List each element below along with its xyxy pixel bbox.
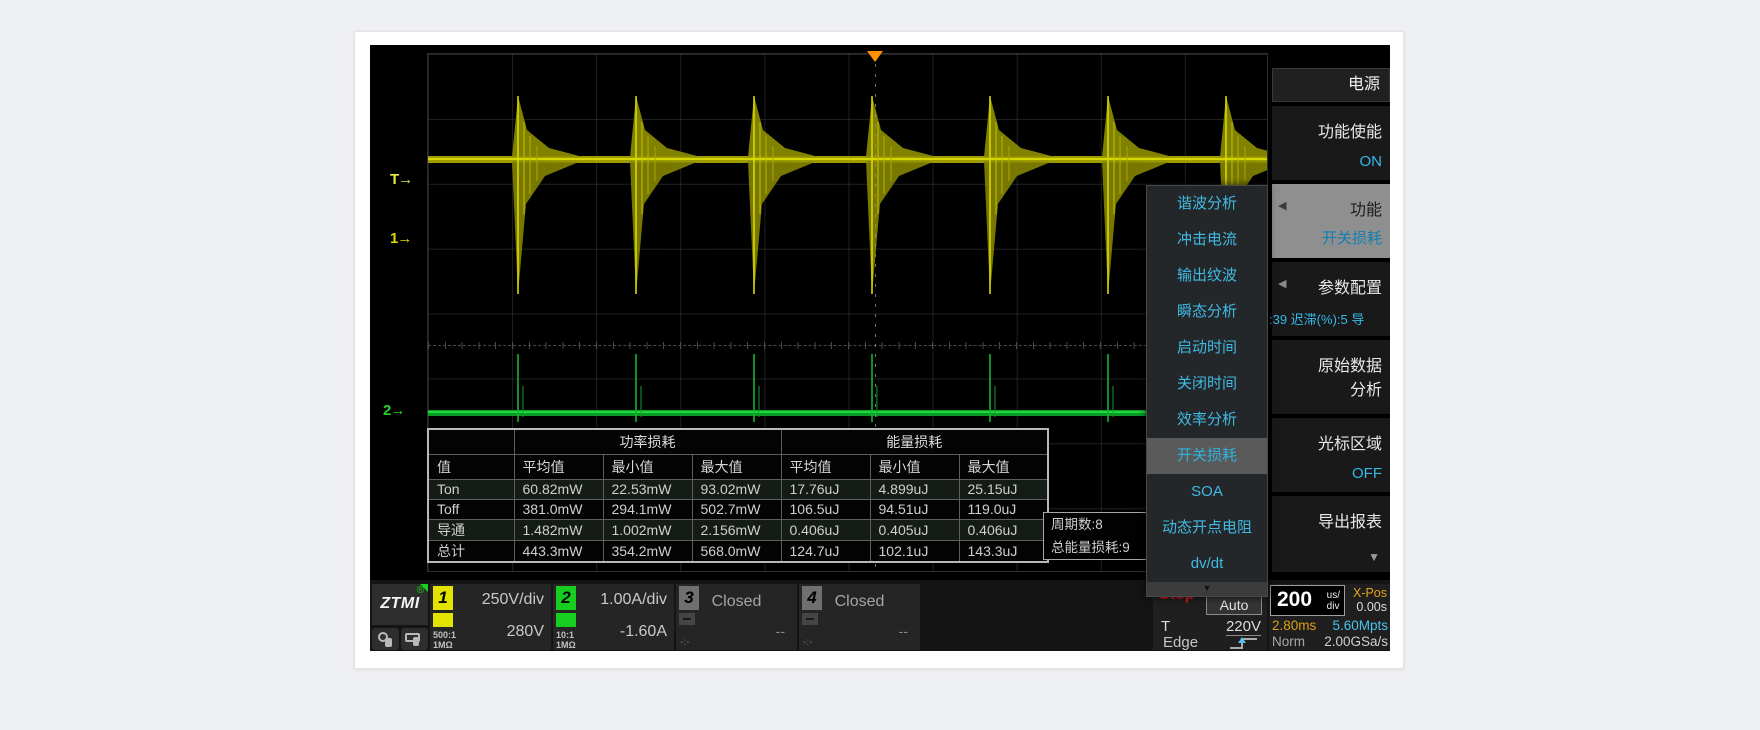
trigger-mode-button[interactable]: Auto	[1206, 595, 1262, 615]
trigger-level-marker[interactable]: T→	[390, 171, 412, 188]
cursor-zone-state: OFF	[1352, 465, 1382, 482]
channel2-block[interactable]: 2 10:11MΩ 1.00A/div -1.60A	[553, 584, 674, 650]
menu-item-dvdt[interactable]: dv/dt	[1147, 546, 1267, 582]
menu-item-turnon-time[interactable]: 启动时间	[1147, 330, 1267, 366]
channel3-block[interactable]: 3 Closed -- -:-	[676, 584, 797, 650]
menu-item-inrush[interactable]: 冲击电流	[1147, 222, 1267, 258]
sidebar-title-power: 电源	[1272, 68, 1390, 102]
ch4-coupling-icon	[802, 613, 818, 625]
table-row: Toff381.0mW294.1mW502.7mW106.5uJ94.51uJ1…	[428, 499, 1048, 519]
sidebar-item-export-report[interactable]: 导出报表 ▼	[1272, 496, 1390, 572]
chevron-left-icon: ◀	[1278, 199, 1286, 212]
channel1-block[interactable]: 1 500:11MΩ 250V/div 280V	[430, 584, 551, 650]
menu-item-turnoff-time[interactable]: 关闭时间	[1147, 366, 1267, 402]
sidebar-item-param-config[interactable]: ◀ 参数配置 :39 迟滞(%):5 导	[1272, 262, 1390, 336]
sidebar-menu: 电源 功能使能 ON ◀ 功能 开关损耗 ◀ 参数配置 :39 迟滞(%):5 …	[1270, 45, 1390, 578]
ch1-ground-marker[interactable]: 1→	[390, 230, 411, 247]
menu-item-ripple[interactable]: 输出纹波	[1147, 258, 1267, 294]
timebase-scale: 200	[1277, 588, 1312, 612]
table-header-row: 值 平均值 最小值 最大值 平均值 最小值 最大值	[428, 454, 1048, 479]
ch1-coupling-icon	[433, 613, 453, 627]
loss-measurement-table: 功率损耗 能量损耗 值 平均值 最小值 最大值 平均值 最小值 最大值 Ton6…	[427, 428, 1049, 563]
table-group-row: 功率损耗 能量损耗	[428, 429, 1048, 454]
menu-item-transient[interactable]: 瞬态分析	[1147, 294, 1267, 330]
ch2-coupling-icon	[556, 613, 576, 627]
menu-item-dynamic-resistance[interactable]: 动态开点电阻	[1147, 510, 1267, 546]
ch2-ground-marker[interactable]: 2→	[383, 402, 404, 419]
ch4-probe: -:-	[803, 637, 812, 648]
group-power-loss: 功率损耗	[514, 429, 781, 454]
ch2-scale: 1.00A/div	[600, 591, 667, 609]
menu-item-efficiency[interactable]: 效率分析	[1147, 402, 1267, 438]
trigger-position-marker[interactable]	[867, 51, 883, 62]
ch1-probe-ratio: 500:1	[433, 630, 456, 640]
ch2-probe-ratio: 10:1	[556, 630, 574, 640]
table-row: 导通1.482mW1.002mW2.156mW0.406uJ0.405uJ0.4…	[428, 519, 1048, 540]
table-row: Ton60.82mW22.53mW93.02mW17.76uJ4.899uJ25…	[428, 479, 1048, 499]
xpos-value: 0.00s	[1353, 600, 1387, 614]
ch1-badge: 1	[433, 586, 453, 610]
menu-scroll-down-icon[interactable]: ▼	[1147, 582, 1267, 596]
ch3-status: Closed	[676, 593, 797, 611]
ch4-offset: --	[899, 623, 908, 639]
acquisition-mode: Norm	[1272, 634, 1305, 649]
param-config-summary: :39 迟滞(%):5 导	[1269, 309, 1390, 328]
ch3-offset: --	[776, 623, 785, 639]
ch1-impedance: 1MΩ	[433, 640, 453, 650]
rising-edge-icon	[1229, 636, 1259, 651]
oscilloscope-app: T→ 1→ 2→ 功率损耗 能量损耗 值 平均值 最小值 最大值 平均值 最小值…	[370, 45, 1390, 651]
brand-logo: ZTMI ®	[372, 584, 428, 625]
touch-mode-button[interactable]	[372, 628, 399, 650]
memory-depth: 5.60Mpts	[1332, 618, 1388, 633]
chevron-left-icon: ◀	[1278, 277, 1286, 290]
function-selected-value: 开关损耗	[1322, 227, 1382, 248]
menu-item-harmonic[interactable]: 谐波分析	[1147, 186, 1267, 222]
chevron-down-icon: ▼	[1368, 550, 1380, 564]
function-enable-state: ON	[1360, 153, 1383, 170]
group-energy-loss: 能量损耗	[781, 429, 1048, 454]
ch2-offset: -1.60A	[620, 623, 667, 641]
sidebar-item-function[interactable]: ◀ 功能 开关损耗	[1272, 184, 1390, 258]
table-row: 总计443.3mW354.2mW568.0mW124.7uJ102.1uJ143…	[428, 540, 1048, 562]
sidebar-item-raw-data-analysis[interactable]: 原始数据 分析	[1272, 340, 1390, 414]
capture-span: 2.80ms	[1272, 618, 1316, 633]
channel4-block[interactable]: 4 Closed -- -:-	[799, 584, 920, 650]
sample-rate: 2.00GSa/s	[1324, 634, 1388, 649]
tap-select-button[interactable]	[401, 628, 428, 650]
ch1-offset: 280V	[507, 623, 544, 641]
corner-badge	[420, 584, 428, 592]
trigger-source: T	[1161, 618, 1170, 635]
ch3-probe: -:-	[680, 637, 689, 648]
sidebar-item-function-enable[interactable]: 功能使能 ON	[1272, 106, 1390, 180]
trigger-level: 220V	[1226, 618, 1261, 636]
analysis-dropdown-menu: 谐波分析 冲击电流 输出纹波 瞬态分析 启动时间 关闭时间 效率分析 开关损耗 …	[1146, 185, 1268, 597]
trigger-type: Edge	[1163, 634, 1198, 651]
timebase-block[interactable]: 200 us/div X-Pos 0.00s 2.80ms 5.60Mpts N…	[1269, 584, 1390, 650]
timebase-unit: us/div	[1327, 590, 1340, 612]
timebase-scale-box[interactable]: 200 us/div	[1270, 585, 1345, 616]
xpos-label: X-Pos	[1353, 586, 1387, 600]
ch2-badge: 2	[556, 586, 576, 610]
ch3-coupling-icon	[679, 613, 695, 625]
menu-item-switching-loss[interactable]: 开关损耗	[1147, 438, 1267, 474]
ch1-scale: 250V/div	[482, 591, 544, 609]
ch2-impedance: 1MΩ	[556, 640, 576, 650]
ch4-status: Closed	[799, 593, 920, 611]
center-axis-line	[428, 345, 1267, 346]
sidebar-item-cursor-zone[interactable]: 光标区域 OFF	[1272, 418, 1390, 492]
menu-item-soa[interactable]: SOA	[1147, 474, 1267, 510]
